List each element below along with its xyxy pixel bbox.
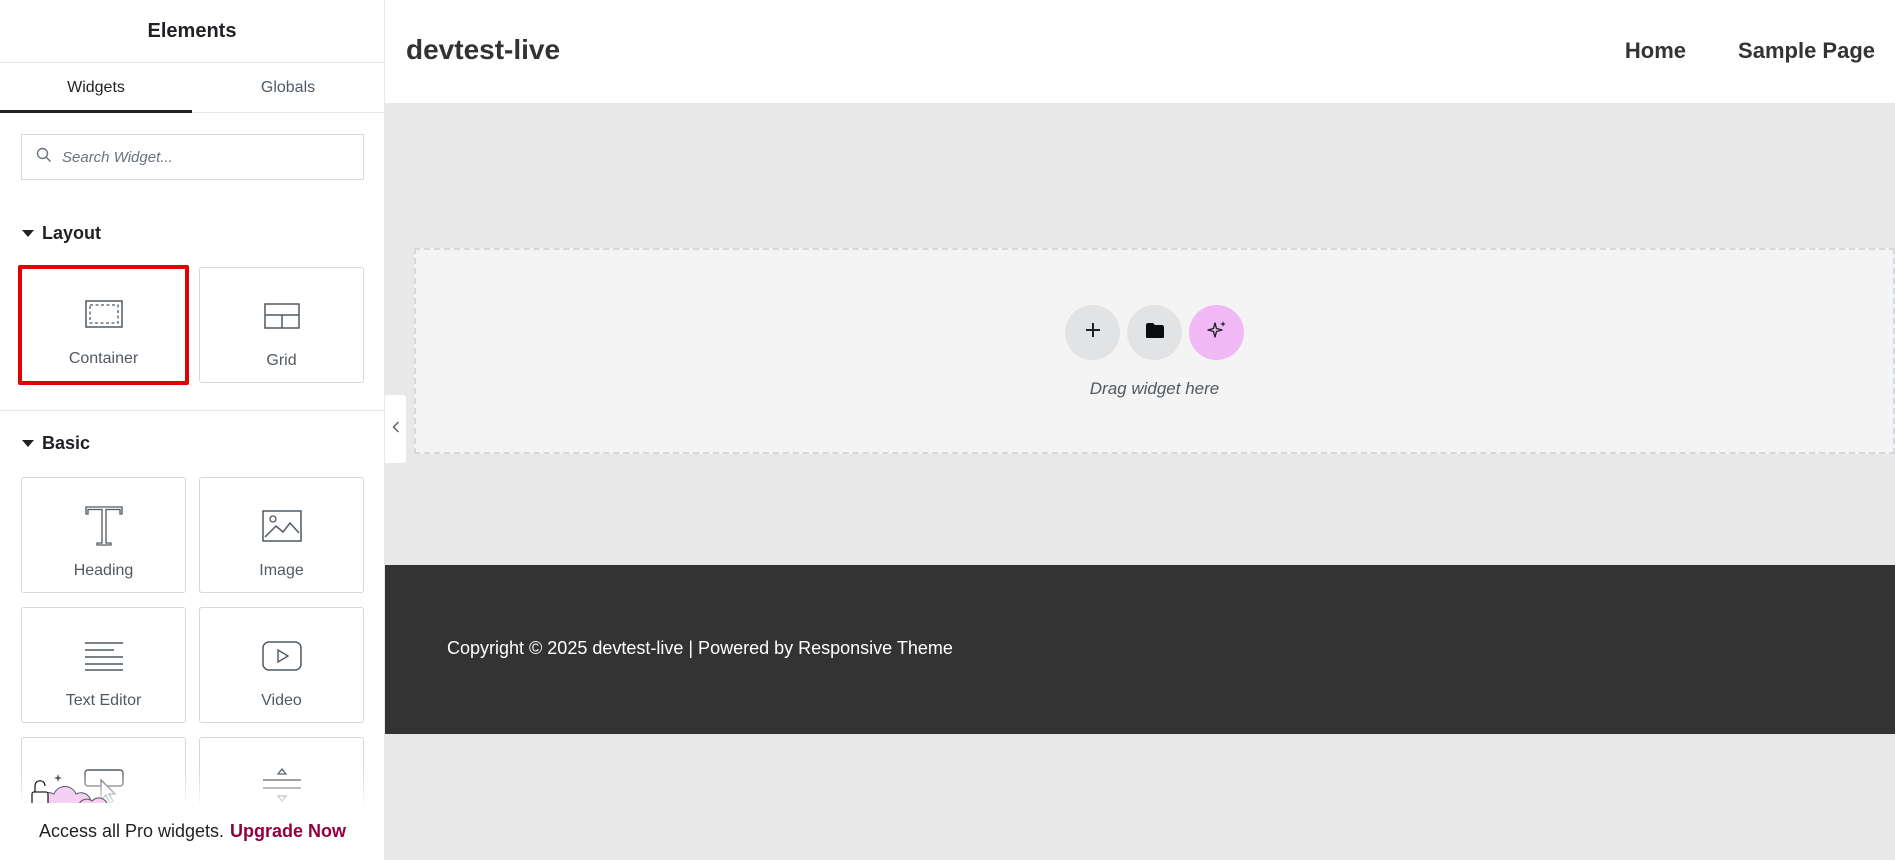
main-nav: Home Sample Page	[1625, 38, 1875, 64]
widget-container[interactable]: Container	[18, 265, 189, 385]
search-input[interactable]	[62, 148, 342, 166]
widget-label: Heading	[73, 562, 134, 579]
tab-widgets[interactable]: Widgets	[0, 63, 192, 113]
caret-down-icon	[22, 440, 34, 447]
site-footer: Copyright © 2025 devtest-live | Powered …	[385, 565, 1895, 734]
panel-title: Elements	[0, 0, 384, 63]
section-basic[interactable]: Basic	[22, 433, 90, 454]
tab-globals[interactable]: Globals	[192, 63, 384, 112]
search-box[interactable]	[21, 134, 364, 180]
nav-item-sample-page[interactable]: Sample Page	[1738, 38, 1875, 64]
folder-icon	[1145, 322, 1165, 344]
text-editor-icon	[84, 630, 124, 682]
section-layout[interactable]: Layout	[22, 223, 101, 244]
copyright-text: Copyright © 2025 devtest-live | Powered …	[447, 638, 953, 658]
widget-video[interactable]: Video	[199, 607, 364, 723]
search-icon	[36, 147, 52, 168]
widget-label: Text Editor	[65, 692, 142, 709]
site-title[interactable]: devtest-live	[406, 34, 560, 66]
section-divider	[0, 410, 384, 411]
widget-grid[interactable]: Grid	[199, 267, 364, 383]
widget-text-editor[interactable]: Text Editor	[21, 607, 186, 723]
ai-generate-button[interactable]	[1189, 305, 1244, 360]
section-layout-title: Layout	[42, 223, 102, 243]
widget-label: Video	[261, 692, 302, 709]
widget-label: Container	[68, 350, 139, 367]
container-icon	[84, 288, 123, 340]
collapse-panel-button[interactable]	[385, 395, 406, 463]
site-header: devtest-live Home Sample Page	[385, 0, 1895, 103]
image-icon	[261, 500, 302, 552]
widget-drop-zone[interactable]: Drag widget here	[414, 248, 1895, 454]
plus-icon	[1084, 321, 1102, 344]
widget-label: Image	[259, 562, 304, 579]
heading-icon	[84, 500, 124, 552]
widget-label: Grid	[266, 352, 297, 369]
sparkle-icon	[1206, 319, 1228, 346]
chevron-left-icon	[392, 420, 400, 438]
section-basic-title: Basic	[42, 433, 91, 453]
widget-image[interactable]: Image	[199, 477, 364, 593]
panel-tabs: Widgets Globals	[0, 63, 384, 113]
add-section-button[interactable]	[1065, 305, 1120, 360]
drop-zone-actions	[1065, 305, 1244, 360]
nav-item-home[interactable]: Home	[1625, 38, 1686, 64]
add-template-button[interactable]	[1127, 305, 1182, 360]
upgrade-now-link[interactable]: Upgrade Now	[230, 821, 346, 842]
pro-upgrade-banner: Access all Pro widgets. Upgrade Now	[0, 803, 384, 860]
grid-icon	[263, 290, 300, 342]
widget-heading[interactable]: Heading	[21, 477, 186, 593]
caret-down-icon	[22, 230, 34, 237]
video-play-icon	[261, 630, 302, 682]
elements-panel: Elements Widgets Globals Layout Containe…	[0, 0, 385, 860]
promo-text: Access all Pro widgets.	[38, 821, 225, 841]
drop-zone-hint: Drag widget here	[1089, 379, 1220, 398]
